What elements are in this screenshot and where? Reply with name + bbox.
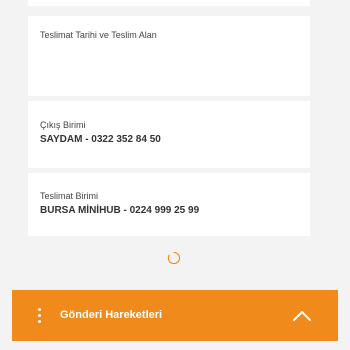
destination-label: Teslimat Birimi [40, 191, 99, 201]
page: Teslimat Tarihi ve Teslim Alan Çıkış Bir… [0, 0, 350, 350]
bar-title: Gönderi Hareketleri [60, 309, 163, 321]
delivery-label: Teslimat Tarihi ve Teslim Alan [40, 30, 157, 40]
shipment-movements-bar[interactable]: Gönderi Hareketleri [12, 290, 338, 341]
top-card [28, 0, 310, 6]
origin-label: Çıkış Birimi [40, 120, 86, 130]
delivery-card: Teslimat Tarihi ve Teslim Alan [28, 16, 310, 96]
destination-card: Teslimat Birimi BURSA MİNİHUB - 0224 999… [28, 173, 310, 236]
spinner-icon [167, 251, 181, 265]
destination-value: BURSA MİNİHUB - 0224 999 25 99 [40, 205, 200, 216]
origin-value: SAYDAM - 0322 352 84 50 [40, 134, 161, 145]
vertical-dots-icon[interactable] [35, 306, 45, 326]
chevron-up-icon[interactable] [292, 308, 312, 322]
origin-card: Çıkış Birimi SAYDAM - 0322 352 84 50 [28, 101, 310, 168]
